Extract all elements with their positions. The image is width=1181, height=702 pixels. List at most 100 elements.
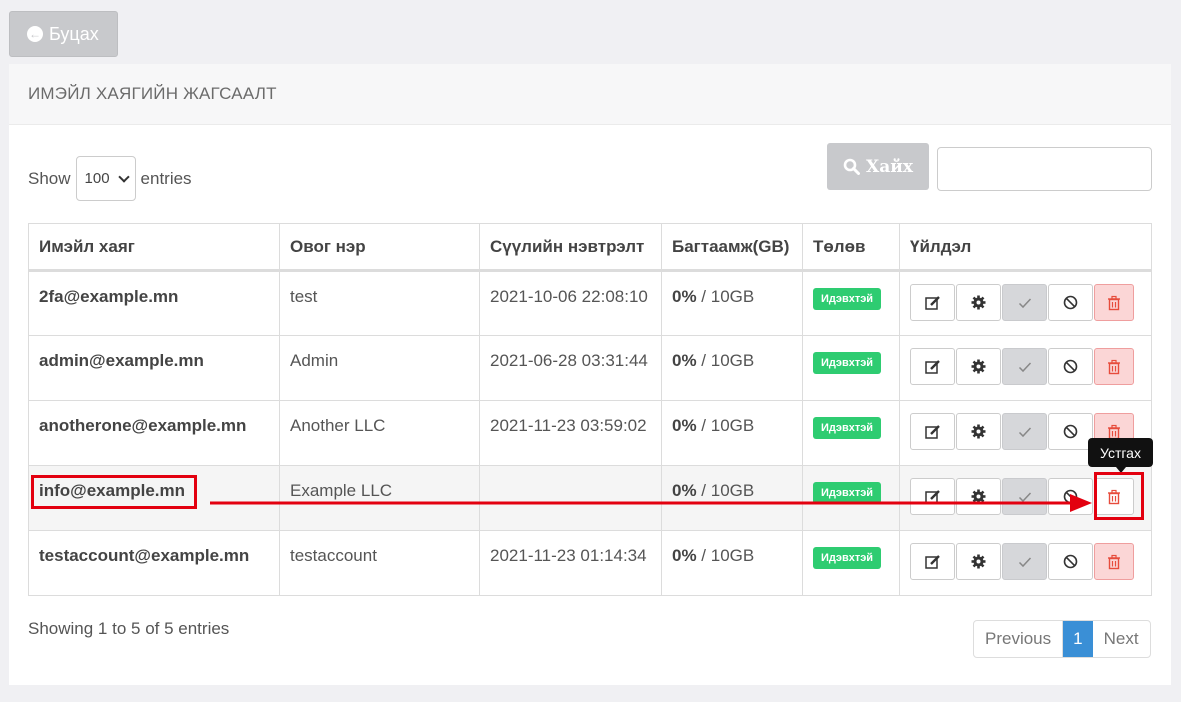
edit-icon <box>924 358 941 375</box>
usage-percent: 0% <box>672 287 697 306</box>
cell-name: Admin <box>279 335 480 401</box>
edit-button[interactable] <box>910 478 955 515</box>
gear-icon <box>970 553 987 570</box>
activate-button[interactable] <box>1002 478 1047 515</box>
edit-button[interactable] <box>910 348 955 385</box>
edit-button[interactable] <box>910 413 955 450</box>
disable-button[interactable] <box>1048 543 1093 580</box>
cell-last-login <box>479 465 662 531</box>
status-badge: Идэвхтэй <box>813 352 882 374</box>
disable-button[interactable] <box>1048 284 1093 321</box>
table-row: anotherone@example.mn Another LLC 2021-11-… <box>28 400 1152 466</box>
column-header-last-login[interactable]: Сүүлийн нэвтрэлт <box>479 223 662 272</box>
edit-icon <box>924 423 941 440</box>
delete-button[interactable] <box>1094 543 1134 580</box>
usage-percent: 0% <box>672 351 697 370</box>
column-header-actions: Үйлдэл <box>899 223 1152 272</box>
check-icon <box>1017 359 1033 375</box>
trash-icon <box>1106 359 1122 375</box>
ban-icon <box>1062 488 1079 505</box>
disable-button[interactable] <box>1048 413 1093 450</box>
highlight-email-box <box>31 475 197 509</box>
next-page-button[interactable]: Next <box>1093 621 1150 657</box>
delete-button[interactable] <box>1094 348 1134 385</box>
column-header-email[interactable]: Имэйл хаяг <box>28 223 280 272</box>
cell-status: Идэвхтэй <box>802 465 900 531</box>
gear-icon <box>970 488 987 505</box>
usage-percent: 0% <box>672 416 697 435</box>
cell-email: anotherone@example.mn <box>28 400 280 466</box>
cell-quota: 0% / 10GB <box>661 270 803 336</box>
activate-button[interactable] <box>1002 413 1047 450</box>
disable-button[interactable] <box>1048 478 1093 515</box>
edit-button[interactable] <box>910 543 955 580</box>
cell-name: Another LLC <box>279 400 480 466</box>
check-icon <box>1017 295 1033 311</box>
pagination: Previous 1 Next <box>973 620 1151 658</box>
cell-email: admin@example.mn <box>28 335 280 401</box>
search-button[interactable]: Хайх <box>827 143 929 190</box>
cell-quota: 0% / 10GB <box>661 530 803 596</box>
cell-last-login: 2021-06-28 03:31:44 <box>479 335 662 401</box>
cell-last-login: 2021-10-06 22:08:10 <box>479 270 662 336</box>
length-menu: Show 100 entries <box>28 156 192 201</box>
quota-total: / 10GB <box>696 416 755 435</box>
previous-page-button[interactable]: Previous <box>974 621 1064 657</box>
table-row: 2fa@example.mn test 2021-10-06 22:08:10 0% … <box>28 270 1152 336</box>
entries-select[interactable]: 100 <box>75 156 136 201</box>
email-list-panel: ИМЭЙЛ ХАЯГИЙН ЖАГСААЛТ Show 100 entries … <box>9 64 1171 685</box>
edit-icon <box>924 294 941 311</box>
check-icon <box>1017 554 1033 570</box>
email-table: Имэйл хаяг Овог нэр Сүүлийн нэвтрэлт Баг… <box>28 223 1152 596</box>
ban-icon <box>1062 553 1079 570</box>
usage-percent: 0% <box>672 546 697 565</box>
search-input[interactable] <box>937 147 1152 191</box>
back-button[interactable]: ← Буцах <box>9 11 118 57</box>
search-icon <box>843 158 861 175</box>
trash-icon <box>1106 554 1122 570</box>
cell-name: test <box>279 270 480 336</box>
entries-select-value: 100 <box>84 170 110 187</box>
column-header-quota[interactable]: Багтаамж(GB) <box>661 223 803 272</box>
quota-total: / 10GB <box>696 351 755 370</box>
cell-quota: 0% / 10GB <box>661 465 803 531</box>
cell-email: 2fa@example.mn <box>28 270 280 336</box>
settings-button[interactable] <box>956 348 1001 385</box>
settings-button[interactable] <box>956 284 1001 321</box>
cell-name: testaccount <box>279 530 480 596</box>
check-icon <box>1017 424 1033 440</box>
activate-button[interactable] <box>1002 543 1047 580</box>
cell-actions <box>899 270 1152 336</box>
delete-button[interactable] <box>1094 284 1134 321</box>
table-row: testaccount@example.mn testaccount 2021-11… <box>28 530 1152 596</box>
column-header-status[interactable]: Төлөв <box>802 223 900 272</box>
page-1-button[interactable]: 1 <box>1063 621 1093 657</box>
status-badge: Идэвхтэй <box>813 417 882 439</box>
disable-button[interactable] <box>1048 348 1093 385</box>
activate-button[interactable] <box>1002 284 1047 321</box>
ban-icon <box>1062 294 1079 311</box>
table-row: admin@example.mn Admin 2021-06-28 03:31:44… <box>28 335 1152 401</box>
cell-quota: 0% / 10GB <box>661 335 803 401</box>
column-header-name[interactable]: Овог нэр <box>279 223 480 272</box>
usage-percent: 0% <box>672 481 697 500</box>
cell-actions <box>899 335 1152 401</box>
cell-status: Идэвхтэй <box>802 400 900 466</box>
activate-button[interactable] <box>1002 348 1047 385</box>
status-badge: Идэвхтэй <box>813 288 882 310</box>
back-button-label: Буцах <box>49 23 99 44</box>
settings-button[interactable] <box>956 543 1001 580</box>
cell-last-login: 2021-11-23 01:14:34 <box>479 530 662 596</box>
cell-status: Идэвхтэй <box>802 335 900 401</box>
settings-button[interactable] <box>956 478 1001 515</box>
edit-button[interactable] <box>910 284 955 321</box>
quota-total: / 10GB <box>696 481 755 500</box>
status-badge: Идэвхтэй <box>813 482 882 504</box>
settings-button[interactable] <box>956 413 1001 450</box>
cell-quota: 0% / 10GB <box>661 400 803 466</box>
gear-icon <box>970 358 987 375</box>
cell-status: Идэвхтэй <box>802 530 900 596</box>
quota-total: / 10GB <box>696 546 755 565</box>
chevron-down-icon <box>117 171 130 183</box>
search-button-label: Хайх <box>866 156 913 177</box>
